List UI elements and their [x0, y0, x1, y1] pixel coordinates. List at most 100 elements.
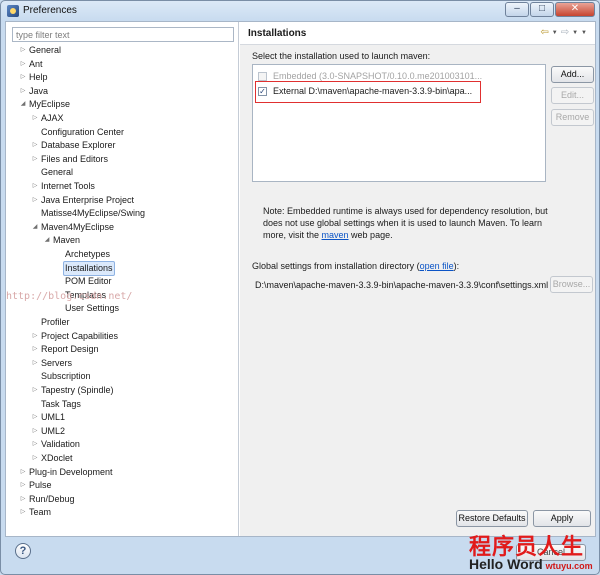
tree-item[interactable]: ▷ Internet Tools: [6, 180, 236, 193]
collapsed-arrow-icon[interactable]: ▷: [19, 71, 27, 84]
blog-watermark: http://blog.csdn.net/: [6, 291, 133, 302]
collapsed-arrow-icon[interactable]: ▷: [31, 194, 39, 207]
tree-item[interactable]: ▷ XDoclet: [6, 452, 236, 465]
tree-item-label: UML2: [41, 425, 66, 436]
tree-item[interactable]: POM Editor: [6, 275, 236, 288]
embedded-runtime-note: Note: Embedded runtime is always used fo…: [263, 205, 563, 241]
tree-item-label: MyEclipse: [29, 99, 71, 110]
collapsed-arrow-icon[interactable]: ▷: [31, 384, 39, 397]
filter-input[interactable]: [12, 27, 234, 42]
add-button[interactable]: Add...: [551, 66, 594, 83]
tree-item-label: POM Editor: [65, 276, 112, 287]
installation-checkbox[interactable]: [258, 72, 267, 81]
expanded-arrow-icon[interactable]: ◢: [31, 221, 39, 234]
tree-item[interactable]: ▷ Database Explorer: [6, 139, 236, 152]
collapsed-arrow-icon[interactable]: ▷: [31, 438, 39, 451]
help-icon[interactable]: ?: [15, 543, 31, 559]
collapsed-arrow-icon[interactable]: ▷: [31, 330, 39, 343]
expanded-arrow-icon[interactable]: ◢: [19, 98, 27, 111]
installation-checkbox[interactable]: ✓: [258, 87, 267, 96]
tree-item[interactable]: User Settings: [6, 302, 236, 315]
restore-defaults-button[interactable]: Restore Defaults: [456, 510, 528, 527]
collapsed-arrow-icon[interactable]: ▷: [31, 343, 39, 356]
tree-item[interactable]: ▷ UML2: [6, 425, 236, 438]
history-navigation: ⇦ ▼ ⇨ ▼ ▼: [540, 27, 587, 39]
tree-item-label: Project Capabilities: [41, 330, 119, 341]
collapsed-arrow-icon[interactable]: ▷: [31, 411, 39, 424]
collapsed-arrow-icon[interactable]: ▷: [19, 506, 27, 519]
tree-item[interactable]: ◢ Maven: [6, 234, 236, 247]
tree-item[interactable]: ▷ Java Enterprise Project: [6, 194, 236, 207]
collapsed-arrow-icon[interactable]: ▷: [19, 44, 27, 57]
collapsed-arrow-icon[interactable]: ▷: [31, 180, 39, 193]
tree-item-label: Task Tags: [41, 398, 81, 409]
maximize-button[interactable]: □: [530, 2, 554, 17]
tree-item[interactable]: ▷ Files and Editors: [6, 153, 236, 166]
collapsed-arrow-icon[interactable]: ▷: [19, 85, 27, 98]
title-bar[interactable]: Preferences – □ ✕: [1, 1, 599, 21]
tree-item[interactable]: ▷ UML1: [6, 411, 236, 424]
apply-button[interactable]: Apply: [533, 510, 591, 527]
tree-item[interactable]: Task Tags: [6, 398, 236, 411]
tree-item[interactable]: ▷ Run/Debug: [6, 493, 236, 506]
tree-item[interactable]: Installations: [6, 260, 236, 276]
tree-item-label: Report Design: [41, 344, 99, 355]
collapsed-arrow-icon[interactable]: ▷: [31, 425, 39, 438]
tree-item[interactable]: Subscription: [6, 370, 236, 383]
tree-item[interactable]: Configuration Center: [6, 126, 236, 139]
tree-item[interactable]: ▷ Report Design: [6, 343, 236, 356]
preferences-tree-pane: ▷General▷Ant▷Help▷Java◢MyEclipse▷AJAXCon…: [6, 22, 239, 536]
back-dropdown-icon[interactable]: ▼: [552, 27, 558, 39]
open-file-link[interactable]: open file: [420, 261, 454, 271]
maven-link[interactable]: maven: [322, 230, 349, 240]
tree-item[interactable]: ▷ Help: [6, 71, 236, 84]
tree-item[interactable]: ▷ Validation: [6, 438, 236, 451]
tree-item[interactable]: Matisse4MyEclipse/Swing: [6, 207, 236, 220]
close-button[interactable]: ✕: [555, 2, 595, 17]
collapsed-arrow-icon[interactable]: ▷: [19, 493, 27, 506]
tree-item[interactable]: ◢ Maven4MyEclipse: [6, 221, 236, 234]
tree-item[interactable]: General: [6, 166, 236, 179]
installations-list: Embedded (3.0-SNAPSHOT/0.10.0.me20100310…: [252, 64, 546, 182]
collapsed-arrow-icon[interactable]: ▷: [19, 466, 27, 479]
back-arrow-icon[interactable]: ⇦: [540, 27, 548, 39]
tree-item-label: Servers: [41, 357, 73, 368]
forward-dropdown-icon[interactable]: ▼: [572, 27, 578, 39]
collapsed-arrow-icon[interactable]: ▷: [19, 479, 27, 492]
tree-item-label: XDoclet: [41, 453, 73, 463]
tree-item-label: General: [29, 45, 62, 55]
tree-item-label: Ant: [29, 58, 43, 69]
tree-item-label: Plug-in Development: [29, 466, 113, 477]
tree-item[interactable]: ▷ Tapestry (Spindle): [6, 384, 236, 397]
tree-item[interactable]: ◢ MyEclipse: [6, 98, 236, 111]
collapsed-arrow-icon[interactable]: ▷: [31, 112, 39, 125]
view-menu-icon[interactable]: ▼: [581, 27, 587, 39]
tree-item[interactable]: ▷ Ant: [6, 58, 236, 71]
tree-item[interactable]: ▷ General: [6, 44, 236, 57]
tree-item-label: User Settings: [65, 303, 120, 314]
tree-item[interactable]: ▷ Plug-in Development: [6, 466, 236, 479]
minimize-button[interactable]: –: [505, 2, 529, 17]
tree-item[interactable]: ▷ Java: [6, 85, 236, 98]
tree-item[interactable]: ▷ Project Capabilities: [6, 330, 236, 343]
forward-arrow-icon[interactable]: ⇨: [561, 27, 569, 39]
expanded-arrow-icon[interactable]: ◢: [43, 234, 51, 247]
global-settings-path: D:\maven\apache-maven-3.3.9-bin\apache-m…: [255, 280, 549, 290]
collapsed-arrow-icon[interactable]: ▷: [31, 452, 39, 465]
tree-item-label: Java Enterprise Project: [41, 194, 135, 205]
collapsed-arrow-icon[interactable]: ▷: [19, 58, 27, 71]
logo-hello-word: Hello Word: [469, 556, 543, 572]
collapsed-arrow-icon[interactable]: ▷: [31, 139, 39, 152]
tree-item[interactable]: Profiler: [6, 316, 236, 329]
tree-item[interactable]: Archetypes: [6, 248, 236, 261]
tree-item[interactable]: ▷ Team: [6, 506, 236, 519]
remove-button[interactable]: Remove: [551, 109, 594, 126]
tree-item[interactable]: ▷ Servers: [6, 357, 236, 370]
browse-button[interactable]: Browse...: [550, 276, 593, 293]
edit-button[interactable]: Edit...: [551, 87, 594, 104]
tree-item[interactable]: ▷ Pulse: [6, 479, 236, 492]
collapsed-arrow-icon[interactable]: ▷: [31, 357, 39, 370]
collapsed-arrow-icon[interactable]: ▷: [31, 153, 39, 166]
tree-item-label: Subscription: [41, 371, 91, 382]
tree-item[interactable]: ▷ AJAX: [6, 112, 236, 125]
